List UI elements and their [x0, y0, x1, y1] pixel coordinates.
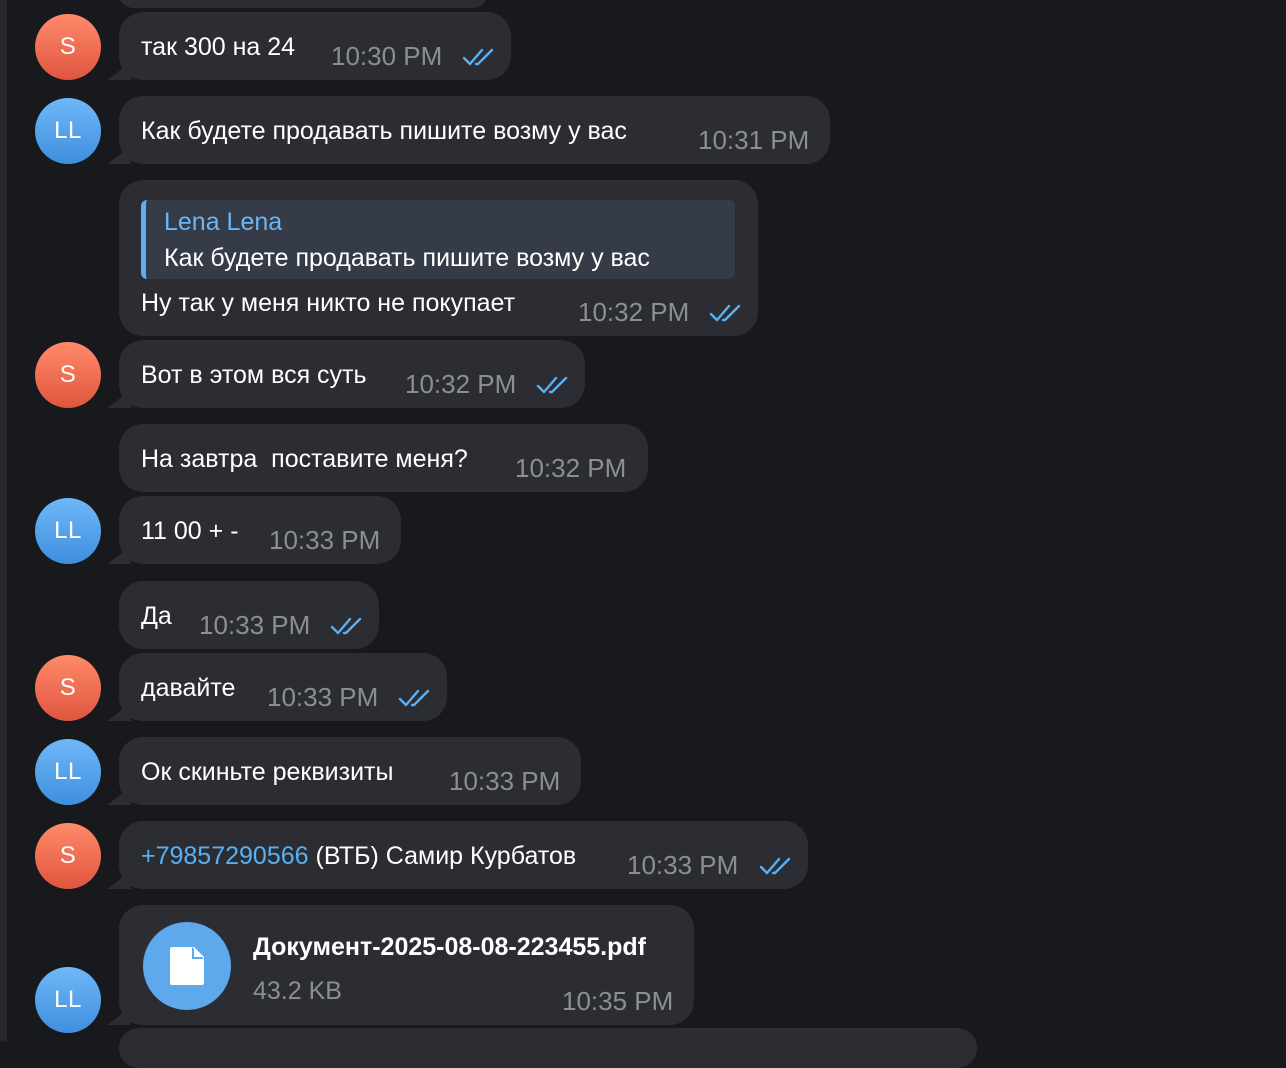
file-name[interactable]: Документ-2025-08-08-223455.pdf	[253, 932, 646, 962]
message-text: 11 00 + -	[141, 517, 239, 545]
file-message-bubble[interactable]: Документ-2025-08-08-223455.pdf 43.2 KB 1…	[119, 905, 694, 1025]
avatar[interactable]: S	[35, 342, 101, 408]
message-bubble[interactable]: давайте 10:33 PM	[119, 653, 447, 721]
double-check-icon	[536, 376, 568, 394]
message-time: 10:35 PM	[562, 986, 674, 1016]
message-time: 10:32 PM	[578, 297, 690, 327]
avatar[interactable]: LL	[35, 98, 101, 164]
message-text: +79857290566 (ВТБ) Самир Курбатов	[141, 841, 576, 871]
file-download-button[interactable]	[143, 922, 231, 1010]
reply-quote[interactable]: Lena Lena Как будете продавать пишите во…	[141, 200, 735, 279]
message-text: давайте	[141, 674, 236, 702]
message-bubble[interactable]: 11 00 + - 10:33 PM	[119, 496, 401, 564]
document-icon	[170, 947, 204, 985]
message-time: 10:32 PM	[515, 453, 627, 483]
message-bubble[interactable]: Да 10:33 PM	[119, 581, 379, 649]
file-size: 43.2 KB	[253, 977, 342, 1005]
avatar[interactable]: LL	[35, 739, 101, 805]
message-time: 10:33 PM	[267, 682, 379, 712]
message-bubble[interactable]: Как будете продавать пишите возму у вас …	[119, 96, 830, 164]
message-bubble[interactable]: Lena Lena Как будете продавать пишите во…	[119, 180, 758, 336]
message-time: 10:33 PM	[199, 610, 311, 640]
message-time: 10:33 PM	[269, 525, 381, 555]
message-bubble-previous[interactable]	[119, 0, 487, 8]
message-time: 10:33 PM	[627, 850, 739, 880]
avatar[interactable]: S	[35, 823, 101, 889]
double-check-icon	[330, 617, 362, 635]
message-time: 10:33 PM	[449, 766, 561, 796]
message-text: Как будете продавать пишите возму у вас	[141, 117, 627, 145]
message-text: Да	[141, 602, 172, 630]
avatar[interactable]: S	[35, 14, 101, 80]
message-time: 10:31 PM	[698, 125, 810, 155]
message-bubble[interactable]: так 300 на 24 10:30 PM	[119, 12, 511, 80]
double-check-icon	[759, 857, 791, 875]
reply-text: Как будете продавать пишите возму у вас	[164, 244, 650, 272]
double-check-icon	[398, 689, 430, 707]
avatar[interactable]: S	[35, 655, 101, 721]
message-text: так 300 на 24	[141, 33, 296, 61]
message-bubble[interactable]: На завтра поставите меня? 10:32 PM	[119, 424, 648, 492]
avatar[interactable]: LL	[35, 498, 101, 564]
phone-link[interactable]: +79857290566	[141, 842, 309, 870]
avatar[interactable]: LL	[35, 967, 101, 1033]
chat-history[interactable]: S так 300 на 24 10:30 PM LL Как будете п…	[0, 0, 1286, 1068]
reply-author: Lena Lena	[164, 208, 283, 236]
message-text: Ок скиньте реквизиты	[141, 758, 394, 786]
double-check-icon	[709, 304, 741, 322]
double-check-icon	[462, 48, 494, 66]
message-text-rest: (ВТБ) Самир Курбатов	[308, 842, 577, 870]
message-bubble-next[interactable]	[119, 1028, 977, 1068]
message-bubble[interactable]: +79857290566 (ВТБ) Самир Курбатов 10:33 …	[119, 821, 808, 889]
message-time: 10:32 PM	[405, 369, 517, 399]
message-bubble[interactable]: Вот в этом вся суть 10:32 PM	[119, 340, 585, 408]
message-text: Ну так у меня никто не покупает	[141, 289, 516, 317]
message-bubble[interactable]: Ок скиньте реквизиты 10:33 PM	[119, 737, 581, 805]
message-text: На завтра поставите меня?	[141, 445, 468, 473]
message-text: Вот в этом вся суть	[141, 361, 367, 389]
message-time: 10:30 PM	[331, 41, 443, 71]
